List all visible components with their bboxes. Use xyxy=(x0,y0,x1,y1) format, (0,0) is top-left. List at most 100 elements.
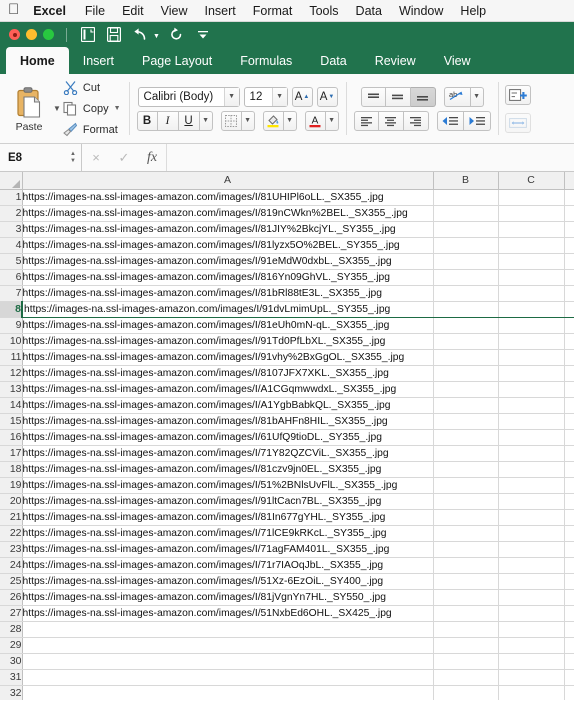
font-color-dropdown-icon[interactable]: ▼ xyxy=(325,110,339,131)
name-box[interactable]: E8 ▲ ▼ xyxy=(0,144,82,171)
decrease-font-size-button[interactable]: A ▼ xyxy=(316,86,338,107)
row-header-9[interactable]: 9 xyxy=(0,317,23,334)
cell-D13[interactable] xyxy=(564,381,574,398)
table-row[interactable]: 3 https://images-na.ssl-images-amazon.com… xyxy=(0,221,574,238)
cell-D1[interactable] xyxy=(564,189,574,206)
table-row[interactable]: 18 https://images-na.ssl-images-amazon.co… xyxy=(0,461,574,478)
table-row[interactable]: 1 https://images-na.ssl-images-amazon.com… xyxy=(0,189,574,206)
cell-B30[interactable] xyxy=(433,653,499,670)
table-row[interactable]: 5 https://images-na.ssl-images-amazon.com… xyxy=(0,253,574,270)
align-top-button[interactable] xyxy=(360,86,386,107)
font-size-select[interactable]: 12 ▼ xyxy=(243,86,288,107)
table-row[interactable]: 30 xyxy=(0,653,574,670)
font-name-chevron-down-icon[interactable]: ▼ xyxy=(223,87,239,106)
menu-item-edit[interactable]: Edit xyxy=(122,4,144,18)
wrap-text-dropdown-icon[interactable]: ▼ xyxy=(470,86,484,107)
cell-A6[interactable]: https://images-na.ssl-images-amazon.com/… xyxy=(22,269,434,286)
table-row[interactable]: 20 https://images-na.ssl-images-amazon.co… xyxy=(0,493,574,510)
cell-C23[interactable] xyxy=(498,541,565,558)
cell-C12[interactable] xyxy=(498,365,565,382)
formula-input[interactable] xyxy=(166,144,574,171)
confirm-entry-button[interactable]: ✓ xyxy=(110,144,138,171)
cell-B1[interactable] xyxy=(433,189,499,206)
cell-B16[interactable] xyxy=(433,429,499,446)
cell-C16[interactable] xyxy=(498,429,565,446)
font-color-button[interactable]: A xyxy=(304,110,326,131)
cell-D5[interactable] xyxy=(564,253,574,270)
cell-D22[interactable] xyxy=(564,525,574,542)
cell-B15[interactable] xyxy=(433,413,499,430)
cell-A8[interactable]: https://images-na.ssl-images-amazon.com/… xyxy=(21,300,434,318)
apple-menu-icon[interactable]:  xyxy=(8,2,19,17)
row-header-17[interactable]: 17 xyxy=(0,445,23,462)
cell-B10[interactable] xyxy=(433,333,499,350)
cell-C20[interactable] xyxy=(498,493,565,510)
cell-C25[interactable] xyxy=(498,573,565,590)
cell-C6[interactable] xyxy=(498,269,565,286)
cell-A17[interactable]: https://images-na.ssl-images-amazon.com/… xyxy=(22,445,434,462)
cell-D29[interactable] xyxy=(564,637,574,654)
table-row[interactable]: 11 https://images-na.ssl-images-amazon.co… xyxy=(0,349,574,366)
select-all-corner[interactable] xyxy=(0,172,23,190)
tab-home[interactable]: Home xyxy=(6,47,69,74)
new-document-icon[interactable] xyxy=(77,25,99,45)
wrap-text-button[interactable]: ab xyxy=(443,86,471,107)
bold-button[interactable]: B xyxy=(136,110,158,131)
tab-view[interactable]: View xyxy=(430,47,485,74)
cell-D10[interactable] xyxy=(564,333,574,350)
cell-D8[interactable] xyxy=(564,300,574,318)
name-box-spinner-icon[interactable]: ▲ ▼ xyxy=(70,151,76,164)
underline-dropdown-icon[interactable]: ▼ xyxy=(199,110,213,131)
cell-D15[interactable] xyxy=(564,413,574,430)
table-row[interactable]: 6 https://images-na.ssl-images-amazon.com… xyxy=(0,269,574,286)
spreadsheet-grid[interactable]: A B C 1 https://images-na.ssl-images-amaz… xyxy=(0,172,574,700)
increase-font-size-button[interactable]: A ▲ xyxy=(291,86,313,107)
cell-A12[interactable]: https://images-na.ssl-images-amazon.com/… xyxy=(22,365,434,382)
cell-A32[interactable] xyxy=(22,685,434,700)
row-header-32[interactable]: 32 xyxy=(0,685,23,700)
cell-A14[interactable]: https://images-na.ssl-images-amazon.com/… xyxy=(22,397,434,414)
cell-format-button[interactable] xyxy=(504,112,531,133)
tab-review[interactable]: Review xyxy=(361,47,430,74)
cell-A26[interactable]: https://images-na.ssl-images-amazon.com/… xyxy=(22,589,434,606)
row-header-1[interactable]: 1 xyxy=(0,189,23,206)
row-header-28[interactable]: 28 xyxy=(0,621,23,638)
align-right-button[interactable] xyxy=(403,110,429,131)
copy-dropdown-icon[interactable]: ▼ xyxy=(114,105,121,112)
cell-D14[interactable] xyxy=(564,397,574,414)
menu-item-window[interactable]: Window xyxy=(399,4,443,18)
table-row[interactable]: 7 https://images-na.ssl-images-amazon.com… xyxy=(0,285,574,302)
row-header-8[interactable]: 8 xyxy=(0,301,23,318)
undo-icon[interactable] xyxy=(129,25,151,45)
cell-C17[interactable] xyxy=(498,445,565,462)
cell-C18[interactable] xyxy=(498,461,565,478)
tab-data[interactable]: Data xyxy=(306,47,360,74)
cell-D6[interactable] xyxy=(564,269,574,286)
row-header-3[interactable]: 3 xyxy=(0,221,23,238)
cell-A18[interactable]: https://images-na.ssl-images-amazon.com/… xyxy=(22,461,434,478)
cell-B7[interactable] xyxy=(433,285,499,302)
cell-D32[interactable] xyxy=(564,685,574,700)
row-header-26[interactable]: 26 xyxy=(0,589,23,606)
cell-D9[interactable] xyxy=(564,317,574,334)
row-header-25[interactable]: 25 xyxy=(0,573,23,590)
increase-indent-button[interactable] xyxy=(463,110,491,131)
zoom-window-button[interactable] xyxy=(43,29,54,40)
cell-B23[interactable] xyxy=(433,541,499,558)
align-middle-button[interactable] xyxy=(385,86,411,107)
fill-color-button[interactable] xyxy=(262,110,284,131)
italic-button[interactable]: I xyxy=(157,110,179,131)
cell-B3[interactable] xyxy=(433,221,499,238)
cell-D27[interactable] xyxy=(564,605,574,622)
cell-D23[interactable] xyxy=(564,541,574,558)
table-row[interactable]: 2 https://images-na.ssl-images-amazon.com… xyxy=(0,205,574,222)
cell-B13[interactable] xyxy=(433,381,499,398)
row-header-18[interactable]: 18 xyxy=(0,461,23,478)
cell-D25[interactable] xyxy=(564,573,574,590)
cell-B12[interactable] xyxy=(433,365,499,382)
menu-item-insert[interactable]: Insert xyxy=(205,4,236,18)
table-row[interactable]: 28 xyxy=(0,621,574,638)
cell-D30[interactable] xyxy=(564,653,574,670)
cell-C21[interactable] xyxy=(498,509,565,526)
cell-B8[interactable] xyxy=(433,300,499,318)
